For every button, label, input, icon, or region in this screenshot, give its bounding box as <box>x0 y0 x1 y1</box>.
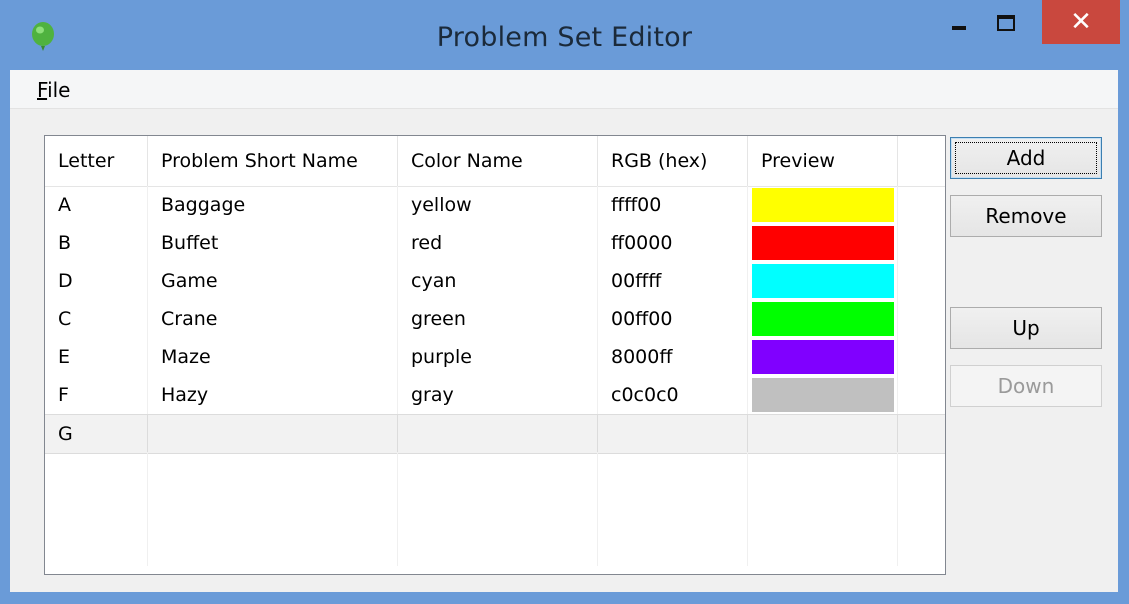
cell-letter[interactable]: C <box>45 300 148 338</box>
cell-letter[interactable]: D <box>45 262 148 300</box>
menu-file-label: ile <box>47 78 71 102</box>
color-swatch <box>752 302 894 336</box>
empty-cell <box>398 528 598 566</box>
maximize-icon <box>997 15 1015 31</box>
table-row[interactable]: F Hazy gray c0c0c0 <box>45 376 945 414</box>
cell-problem-name[interactable]: Baggage <box>148 186 398 224</box>
empty-cell <box>148 452 398 490</box>
cell-letter[interactable]: G <box>45 415 148 453</box>
empty-row <box>45 528 945 566</box>
remove-button[interactable]: Remove <box>950 195 1102 237</box>
table-row[interactable]: B Buffet red ff0000 <box>45 224 945 262</box>
cell-rgb[interactable]: c0c0c0 <box>598 376 748 414</box>
cell-problem-name[interactable]: Crane <box>148 300 398 338</box>
empty-cell <box>598 528 748 566</box>
cell-rgb[interactable]: ff0000 <box>598 224 748 262</box>
cell-color-name[interactable]: yellow <box>398 186 598 224</box>
cell-problem-name[interactable]: Maze <box>148 338 398 376</box>
close-button[interactable]: ✕ <box>1042 0 1120 44</box>
column-header-problem-short-name[interactable]: Problem Short Name <box>148 136 398 186</box>
cell-preview[interactable] <box>748 224 898 262</box>
down-button-label: Down <box>997 374 1055 398</box>
menu-file-mnemonic: F <box>37 78 48 102</box>
empty-cell <box>45 528 148 566</box>
cell-color-name[interactable]: green <box>398 300 598 338</box>
add-button[interactable]: Add <box>950 137 1102 179</box>
cell-rgb[interactable]: 00ff00 <box>598 300 748 338</box>
table-row[interactable]: E Maze purple 8000ff <box>45 338 945 376</box>
menu-bar: File <box>10 70 1118 109</box>
column-header-letter[interactable]: Letter <box>45 136 148 186</box>
empty-row <box>45 490 945 528</box>
cell-problem-name[interactable]: Hazy <box>148 376 398 414</box>
cell-letter[interactable]: A <box>45 186 148 224</box>
empty-cell <box>45 490 148 528</box>
column-header-preview[interactable]: Preview <box>748 136 898 186</box>
cell-preview[interactable] <box>748 376 898 414</box>
cell-color-name[interactable] <box>398 415 598 453</box>
cell-color-name[interactable]: cyan <box>398 262 598 300</box>
color-swatch <box>752 340 894 374</box>
cell-problem-name[interactable]: Game <box>148 262 398 300</box>
maximize-button[interactable] <box>985 0 1027 44</box>
cell-color-name[interactable]: red <box>398 224 598 262</box>
column-header-rgb-hex[interactable]: RGB (hex) <box>598 136 748 186</box>
cell-letter[interactable]: F <box>45 376 148 414</box>
table-row[interactable]: D Game cyan 00ffff <box>45 262 945 300</box>
focus-rectangle <box>955 142 1097 174</box>
empty-row <box>45 452 945 490</box>
grid-header: Letter Problem Short Name Color Name RGB… <box>45 136 945 187</box>
empty-cell <box>748 452 898 490</box>
cell-preview[interactable] <box>748 186 898 224</box>
empty-cell <box>45 452 148 490</box>
column-header-filler <box>898 136 945 186</box>
cell-rgb[interactable]: ffff00 <box>598 186 748 224</box>
client-area: File Letter Problem Short Name Color Nam… <box>10 70 1118 592</box>
cell-color-name[interactable]: gray <box>398 376 598 414</box>
up-button[interactable]: Up <box>950 307 1102 349</box>
title-bar[interactable]: Problem Set Editor ✕ <box>0 0 1129 70</box>
color-swatch <box>752 226 894 260</box>
menu-file[interactable]: File <box>37 78 70 102</box>
down-button[interactable]: Down <box>950 365 1102 407</box>
up-button-label: Up <box>1012 316 1040 340</box>
cell-letter[interactable]: B <box>45 224 148 262</box>
cell-problem-name[interactable]: Buffet <box>148 224 398 262</box>
minimize-icon <box>952 26 966 30</box>
empty-cell <box>748 528 898 566</box>
table-row[interactable]: C Crane green 00ff00 <box>45 300 945 338</box>
app-window: Problem Set Editor ✕ File Letter Problem… <box>0 0 1129 604</box>
empty-cell <box>748 490 898 528</box>
color-swatch <box>752 188 894 222</box>
cell-preview[interactable] <box>748 300 898 338</box>
cell-rgb[interactable] <box>598 415 748 453</box>
cell-problem-name[interactable] <box>148 415 398 453</box>
empty-cell <box>398 490 598 528</box>
cell-color-name[interactable]: purple <box>398 338 598 376</box>
problem-grid[interactable]: Letter Problem Short Name Color Name RGB… <box>44 135 946 575</box>
minimize-button[interactable] <box>938 0 980 44</box>
empty-cell <box>148 490 398 528</box>
table-row[interactable]: A Baggage yellow ffff00 <box>45 186 945 224</box>
cell-preview[interactable] <box>748 262 898 300</box>
color-swatch <box>752 264 894 298</box>
cell-rgb[interactable]: 8000ff <box>598 338 748 376</box>
cell-preview[interactable] <box>748 415 898 453</box>
cell-rgb[interactable]: 00ffff <box>598 262 748 300</box>
new-row[interactable]: G <box>45 414 945 454</box>
empty-cell <box>598 452 748 490</box>
empty-cell <box>598 490 748 528</box>
remove-button-label: Remove <box>985 204 1067 228</box>
close-icon: ✕ <box>1070 7 1092 37</box>
cell-letter[interactable]: E <box>45 338 148 376</box>
cell-preview[interactable] <box>748 338 898 376</box>
color-swatch <box>752 378 894 412</box>
empty-cell <box>398 452 598 490</box>
empty-cell <box>148 528 398 566</box>
column-header-color-name[interactable]: Color Name <box>398 136 598 186</box>
